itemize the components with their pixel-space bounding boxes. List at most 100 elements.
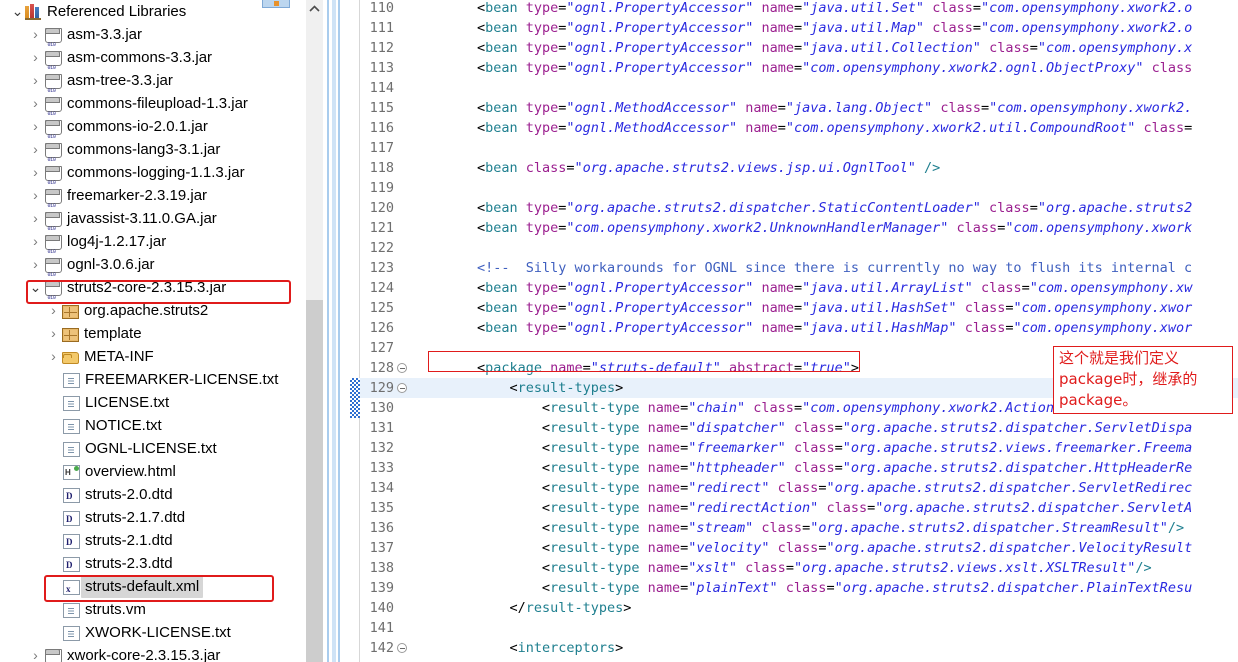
code-token-attr: name — [761, 320, 794, 336]
code-line-142[interactable]: 142 <interceptors> — [350, 638, 1238, 658]
code-line-135[interactable]: 135 <result-type name = "redirectAction" cl… — [350, 498, 1238, 518]
editor-tab-fragment[interactable] — [262, 0, 290, 8]
chevron-right-icon[interactable]: › — [28, 92, 43, 115]
code-line-143[interactable]: 143 <interceptor name="alias" class="com.… — [350, 658, 1238, 662]
tree-item-struts-default-xml[interactable]: struts-default.xml — [0, 575, 323, 598]
code-token-punc: > — [850, 360, 860, 376]
chevron-right-icon[interactable]: › — [28, 253, 43, 276]
chevron-right-icon[interactable]: › — [28, 46, 43, 69]
chevron-right-icon[interactable]: › — [28, 69, 43, 92]
code-token-punc — [924, 20, 932, 36]
tree-item-struts-2-0-dtd[interactable]: struts-2.0.dtd — [0, 483, 323, 506]
tree-item-struts-2-1-7-dtd[interactable]: struts-2.1.7.dtd — [0, 506, 323, 529]
code-line-114[interactable]: 114 — [350, 78, 1238, 98]
code-line-133[interactable]: 133 <result-type name="httpheader" class=… — [350, 458, 1238, 478]
code-token-val: "chain" — [688, 400, 746, 416]
code-line-132[interactable]: 132 <result-type name="freemarker" class=… — [350, 438, 1238, 458]
tree-item-license-txt[interactable]: LICENSE.txt — [0, 391, 323, 414]
tree-item-struts-2-1-dtd[interactable]: struts-2.1.dtd — [0, 529, 323, 552]
chevron-down-icon[interactable]: ⌄ — [10, 3, 25, 20]
code-line-131[interactable]: 131 <result-type name="dispatcher" class=… — [350, 418, 1238, 438]
code-token-attr: class — [761, 520, 803, 536]
code-line-117[interactable]: 117 — [350, 138, 1238, 158]
code-token-attr: type — [525, 220, 559, 236]
code-line-137[interactable]: 137 <result-type name="velocity" class="o… — [350, 538, 1238, 558]
code-line-115[interactable]: 115 <bean type = "ognl.MethodAccessor" name… — [350, 98, 1238, 118]
tree-item-label: Referenced Libraries — [47, 3, 187, 20]
line-number: 119 — [369, 180, 394, 196]
code-line-124[interactable]: 124 <bean type = "ognl.PropertyAccessor" na… — [350, 278, 1238, 298]
code-line-123[interactable]: 123 <!-- Silly workarounds for OGNL since… — [350, 258, 1238, 278]
code-line-113[interactable]: 113 <bean type = "ognl.PropertyAccessor" na… — [350, 58, 1238, 78]
explorer-scrollbar[interactable] — [306, 0, 323, 662]
dtd-file-icon — [63, 533, 80, 550]
code-line-122[interactable]: 122 — [350, 238, 1238, 258]
xml-source-editor[interactable]: 110 <bean type="ognl.PropertyAccessor" na… — [350, 0, 1238, 662]
code-line-116[interactable]: 116 <bean type = "ognl.MethodAccessor" name… — [350, 118, 1238, 138]
chevron-right-icon[interactable]: › — [46, 345, 61, 368]
code-line-text: <bean type="ognl.MethodAccessor" name="c… — [477, 118, 1192, 138]
project-tree[interactable]: ⌄Referenced Libraries›asm-3.3.jar›asm-co… — [0, 0, 323, 662]
code-line-111[interactable]: 111 <bean type = "ognl.PropertyAccessor" na… — [350, 18, 1238, 38]
chevron-right-icon[interactable]: › — [28, 644, 43, 662]
code-line-126[interactable]: 126 <bean type = "ognl.PropertyAccessor" na… — [350, 318, 1238, 338]
code-token-punc — [1144, 60, 1152, 76]
line-number: 120 — [369, 200, 394, 216]
tree-item-notice-txt[interactable]: NOTICE.txt — [0, 414, 323, 437]
code-line-125[interactable]: 125 <bean type = "ognl.PropertyAccessor" na… — [350, 298, 1238, 318]
pane-separator[interactable] — [323, 0, 350, 662]
code-token-punc — [924, 0, 932, 16]
code-line-121[interactable]: 121 <bean type="com.opensymphony.xwork2.U… — [350, 218, 1238, 238]
tree-item-label: commons-io-2.0.1.jar — [67, 118, 208, 135]
tree-item-xwork-core-2-3-15-3-jar[interactable]: › xwork-core-2.3.15.3.jar — [0, 644, 323, 662]
code-token-attr: class — [980, 280, 1022, 296]
chevron-right-icon[interactable]: › — [28, 184, 43, 207]
fold-toggle-icon[interactable] — [397, 363, 407, 373]
tree-item-meta-inf[interactable]: › META-INF — [0, 345, 323, 368]
chevron-right-icon[interactable]: › — [28, 23, 43, 46]
code-line-141[interactable]: 141 — [350, 618, 1238, 638]
package-icon — [62, 304, 79, 319]
scroll-up-arrow-icon[interactable] — [306, 0, 323, 17]
chevron-right-icon[interactable]: › — [28, 207, 43, 230]
code-line-text: <bean type="ognl.PropertyAccessor" name=… — [477, 0, 1192, 18]
chevron-down-icon[interactable]: ⌄ — [28, 279, 43, 296]
code-line-119[interactable]: 119 — [350, 178, 1238, 198]
code-line-120[interactable]: 120 <bean type = "org.apache.struts2.dispat… — [350, 198, 1238, 218]
code-line-140[interactable]: 140 </result-types> — [350, 598, 1238, 618]
change-marker — [350, 398, 360, 418]
tree-item-struts-2-3-dtd[interactable]: struts-2.3.dtd — [0, 552, 323, 575]
chevron-right-icon[interactable]: › — [46, 322, 61, 345]
code-token-val: "stream" — [688, 520, 754, 536]
code-token-attr: class — [793, 420, 835, 436]
tree-item-ognl-license-txt[interactable]: OGNL-LICENSE.txt — [0, 437, 323, 460]
chevron-right-icon[interactable]: › — [28, 161, 43, 184]
tree-item-asm-3-3-jar[interactable]: › asm-3.3.jar — [0, 23, 323, 57]
code-lines-container[interactable]: 110 <bean type="ognl.PropertyAccessor" na… — [350, 0, 1238, 662]
tree-item-xwork-license-txt[interactable]: XWORK-LICENSE.txt — [0, 621, 323, 644]
line-number: 124 — [369, 280, 394, 296]
fold-toggle-icon[interactable] — [397, 643, 407, 653]
code-line-110[interactable]: 110 <bean type = "ognl.PropertyAccessor" na… — [350, 0, 1238, 18]
line-number: 140 — [369, 600, 394, 616]
code-line-text: <package name="struts-default" abstract=… — [477, 358, 859, 378]
code-line-136[interactable]: 136 <result-type name="stream" class="org… — [350, 518, 1238, 538]
fold-toggle-icon[interactable] — [397, 383, 407, 393]
change-marker — [350, 378, 360, 398]
tree-item-struts-vm[interactable]: struts.vm — [0, 598, 323, 621]
separator-line-middle — [332, 0, 336, 662]
tree-item-freemarker-license-txt[interactable]: FREEMARKER-LICENSE.txt — [0, 368, 323, 391]
chevron-right-icon[interactable]: › — [28, 230, 43, 253]
tree-item-overview-html[interactable]: overview.html — [0, 460, 323, 483]
code-line-139[interactable]: 139 <result-type name="plainText" class="… — [350, 578, 1238, 598]
code-line-138[interactable]: 138 <result-type name="xslt" class="org.a… — [350, 558, 1238, 578]
code-token-attr: class — [777, 480, 819, 496]
tree-item-template[interactable]: › template — [0, 322, 323, 345]
jar-icon — [45, 27, 62, 57]
code-line-134[interactable]: 134 <result-type name="redirect" class="o… — [350, 478, 1238, 498]
explorer-scrollbar-thumb[interactable] — [306, 300, 323, 662]
chevron-right-icon[interactable]: › — [28, 138, 43, 161]
code-line-118[interactable]: 118 <bean class="org.apache.struts2.views… — [350, 158, 1238, 178]
code-line-112[interactable]: 112 <bean type = "ognl.PropertyAccessor" na… — [350, 38, 1238, 58]
chevron-right-icon[interactable]: › — [28, 115, 43, 138]
